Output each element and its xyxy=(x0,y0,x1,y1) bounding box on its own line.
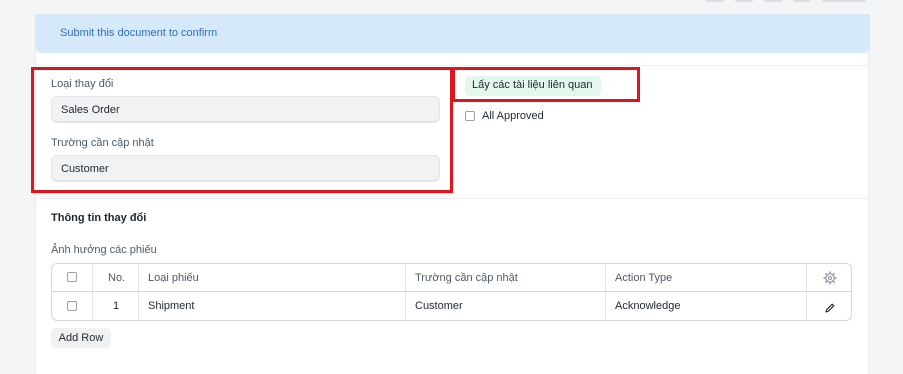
table-header-row: No. Loại phiếu Trường cần cập nhật Actio… xyxy=(52,264,851,292)
column-divider xyxy=(405,264,406,320)
row-checkbox[interactable] xyxy=(67,301,77,311)
column-divider xyxy=(138,264,139,320)
highlight-box xyxy=(31,67,453,193)
submit-alert: Submit this document to confirm xyxy=(36,14,870,53)
toolbar-fragment xyxy=(793,0,811,2)
row-doc-type[interactable]: Shipment xyxy=(148,300,194,312)
toolbar-fragment xyxy=(706,0,724,2)
affected-documents-table: No. Loại phiếu Trường cần cập nhật Actio… xyxy=(51,263,852,321)
row-no: 1 xyxy=(113,300,120,312)
column-divider xyxy=(806,264,807,320)
row-action-type[interactable]: Acknowledge xyxy=(615,300,680,312)
column-header-doc-type: Loại phiếu xyxy=(148,272,199,284)
alert-text: Submit this document to confirm xyxy=(60,27,218,39)
column-header-no: No. xyxy=(108,272,126,284)
toolbar-fragment xyxy=(764,0,782,2)
row-field[interactable]: Customer xyxy=(415,300,463,312)
all-approved-checkbox[interactable] xyxy=(465,111,475,121)
toolbar-fragment xyxy=(822,0,866,2)
column-divider xyxy=(92,264,93,320)
table-label: Ảnh hưởng các phiếu xyxy=(51,244,157,256)
section-title: Thông tin thay đổi xyxy=(51,212,147,224)
divider xyxy=(35,198,869,199)
select-all-checkbox[interactable] xyxy=(67,272,77,282)
table-row[interactable]: 1 Shipment Customer Acknowledge xyxy=(52,292,851,320)
add-row-button[interactable]: Add Row xyxy=(51,328,111,348)
divider xyxy=(35,65,869,66)
all-approved-label: All Approved xyxy=(482,110,544,122)
highlight-box xyxy=(452,67,640,102)
gear-icon[interactable] xyxy=(823,271,837,285)
toolbar-fragment xyxy=(735,0,753,2)
column-header-action-type: Action Type xyxy=(615,272,673,284)
column-header-field: Trường cần cập nhật xyxy=(415,272,518,284)
pencil-icon[interactable] xyxy=(824,301,836,313)
column-divider xyxy=(605,264,606,320)
